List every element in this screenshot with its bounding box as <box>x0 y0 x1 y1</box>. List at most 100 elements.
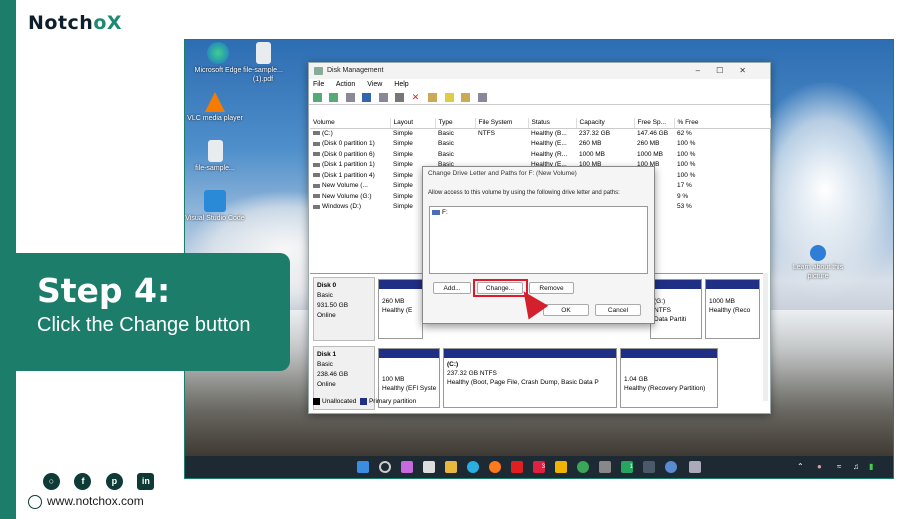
volume-cell: 53 % <box>677 203 692 211</box>
taskbar: 3 1 ⌃ ● ≈ ♫ ▮ <box>185 456 893 478</box>
volume-name-cell: (Disk 0 partition 1) <box>310 139 390 150</box>
desktop-screenshot: Microsoft Edge file-sample... (1).pdf VL… <box>184 39 894 479</box>
store-icon[interactable] <box>423 461 435 473</box>
volume-row[interactable]: (Disk 0 partition 1) Simple Basic Healthy (… <box>310 139 771 150</box>
dialog-instruction: Allow access to this volume by using the… <box>428 190 620 196</box>
pdf-file-icon <box>255 42 271 64</box>
view-icon[interactable] <box>378 93 388 102</box>
check-icon[interactable] <box>428 93 438 102</box>
search-icon[interactable] <box>379 461 391 473</box>
col-free-space[interactable]: Free Sp... <box>634 118 675 129</box>
start-icon[interactable] <box>357 461 369 473</box>
forward-icon[interactable] <box>329 93 339 102</box>
col-volume[interactable]: Volume <box>310 118 391 129</box>
volume-drive-icon <box>313 162 320 167</box>
col-type[interactable]: Type <box>435 118 476 129</box>
desktop-icon-vlc[interactable]: VLC media player <box>185 92 245 123</box>
volume-cell: Simple <box>393 130 413 137</box>
social-links: ○ f p in <box>43 471 164 490</box>
app-l-icon[interactable]: 3 <box>533 461 545 473</box>
copilot-icon[interactable] <box>401 461 413 473</box>
desktop-icon-vscode[interactable]: Visual Studio Code <box>185 190 245 223</box>
cancel-button[interactable]: Cancel <box>595 304 641 316</box>
disk-app-icon[interactable] <box>689 461 701 473</box>
back-icon[interactable] <box>313 93 322 102</box>
app-pen-icon[interactable] <box>599 461 611 473</box>
properties-icon[interactable] <box>345 93 355 102</box>
col-capacity[interactable]: Capacity <box>576 118 635 129</box>
delete-icon[interactable]: ✕ <box>412 93 421 102</box>
brand-side-bar <box>0 0 16 519</box>
app-icon-2[interactable] <box>643 461 655 473</box>
pinterest-icon[interactable]: p <box>105 473 123 490</box>
list-icon[interactable] <box>477 93 487 102</box>
volume-name: New Volume (... <box>322 182 368 190</box>
col-percent-free[interactable]: % Free <box>674 118 771 129</box>
drive-path-list[interactable]: F: <box>429 206 648 274</box>
vscode-icon <box>204 190 226 212</box>
file-explorer-icon[interactable] <box>445 461 457 473</box>
chrome-icon[interactable] <box>577 461 589 473</box>
volume-name: (C:) <box>322 130 333 137</box>
volume-name: (Disk 1 partition 1) <box>322 161 375 169</box>
linkedin-icon[interactable]: in <box>137 473 155 490</box>
instagram-icon[interactable]: ○ <box>43 473 60 490</box>
search-icon[interactable] <box>461 93 471 102</box>
edge-icon <box>207 42 229 64</box>
app-icon-3[interactable] <box>665 461 677 473</box>
volume-cell: 237.32 GB <box>579 130 611 137</box>
wifi-icon[interactable]: ≈ <box>837 462 841 471</box>
volume-name-cell: (Disk 0 partition 6) <box>310 149 390 160</box>
volume-row[interactable]: (C:) Simple Basic NTFS Healthy (B... 237.32 G… <box>310 128 771 139</box>
menu-action[interactable]: Action <box>336 81 355 88</box>
menu-file[interactable]: File <box>313 81 324 88</box>
folder-icon[interactable] <box>444 93 454 102</box>
disk0-partition-g[interactable]: (G:) NTFS Data Partiti <box>650 279 702 339</box>
desktop-icon-file[interactable]: file-sample... <box>185 140 245 173</box>
connect-icon[interactable] <box>395 93 405 102</box>
desktop-icon-learn-picture[interactable]: Learn about this picture <box>788 245 848 281</box>
window-controls[interactable]: –☐✕ <box>696 66 762 75</box>
battery-icon[interactable]: ▮ <box>869 462 873 471</box>
disk1-partition-recovery[interactable]: 1.04 GB Healthy (Recovery Partition) <box>620 348 718 408</box>
microphone-icon[interactable]: ● <box>817 462 822 471</box>
disk0-partition-1[interactable]: 260 MB Healthy (E <box>378 279 423 339</box>
window-title-bar: Disk Management –☐✕ <box>309 63 770 79</box>
drive-letter-item[interactable]: F: <box>442 209 448 216</box>
volume-cell <box>475 149 528 160</box>
col-layout[interactable]: Layout <box>390 118 436 129</box>
vlc-icon <box>205 92 225 112</box>
volume-row[interactable]: (Disk 0 partition 6) Simple Basic Healthy (… <box>310 149 771 160</box>
col-file-system[interactable]: File System <box>475 118 529 129</box>
help-icon[interactable] <box>362 93 372 102</box>
menu-view[interactable]: View <box>367 81 382 88</box>
website-link[interactable]: www.notchox.com <box>28 494 144 509</box>
volume-drive-icon <box>313 194 320 199</box>
ok-button[interactable]: OK <box>543 304 589 316</box>
app-icon[interactable] <box>555 461 567 473</box>
globe-icon <box>28 494 42 509</box>
col-status[interactable]: Status <box>528 118 577 129</box>
volume-icon[interactable]: ♫ <box>853 462 859 471</box>
firefox-icon[interactable] <box>489 461 501 473</box>
facebook-icon[interactable]: f <box>74 473 92 490</box>
volume-cell: 100 % <box>677 150 696 158</box>
toolbar: ✕ <box>309 91 770 105</box>
vertical-scrollbar[interactable] <box>763 273 768 401</box>
disk1-partition-c[interactable]: (C:) 237.32 GB NTFS Healthy (Boot, Page Fi… <box>443 348 617 408</box>
netflix-icon[interactable] <box>511 461 523 473</box>
step-description: Click the Change button <box>37 314 251 336</box>
volume-name-cell: New Volume (... <box>310 181 390 192</box>
volume-cell: 1000 MB <box>579 150 606 158</box>
disk0-partition-recovery[interactable]: 1000 MB Healthy (Reco <box>705 279 760 339</box>
disk-0-label[interactable]: Disk 0 Basic 931.50 GB Online <box>313 277 375 341</box>
volume-cell: Healthy (R... <box>531 150 568 158</box>
menu-help[interactable]: Help <box>394 81 408 88</box>
add-button[interactable]: Add... <box>433 282 471 294</box>
whatsapp-icon[interactable]: 1 <box>621 461 633 473</box>
edge-taskbar-icon[interactable] <box>467 461 479 473</box>
desktop-icon-pdf[interactable]: file-sample... (1).pdf <box>233 42 293 84</box>
legend: Unallocated Primary partition <box>313 397 416 405</box>
tray-chevron-icon[interactable]: ⌃ <box>797 462 804 471</box>
drive-icon <box>432 209 440 215</box>
